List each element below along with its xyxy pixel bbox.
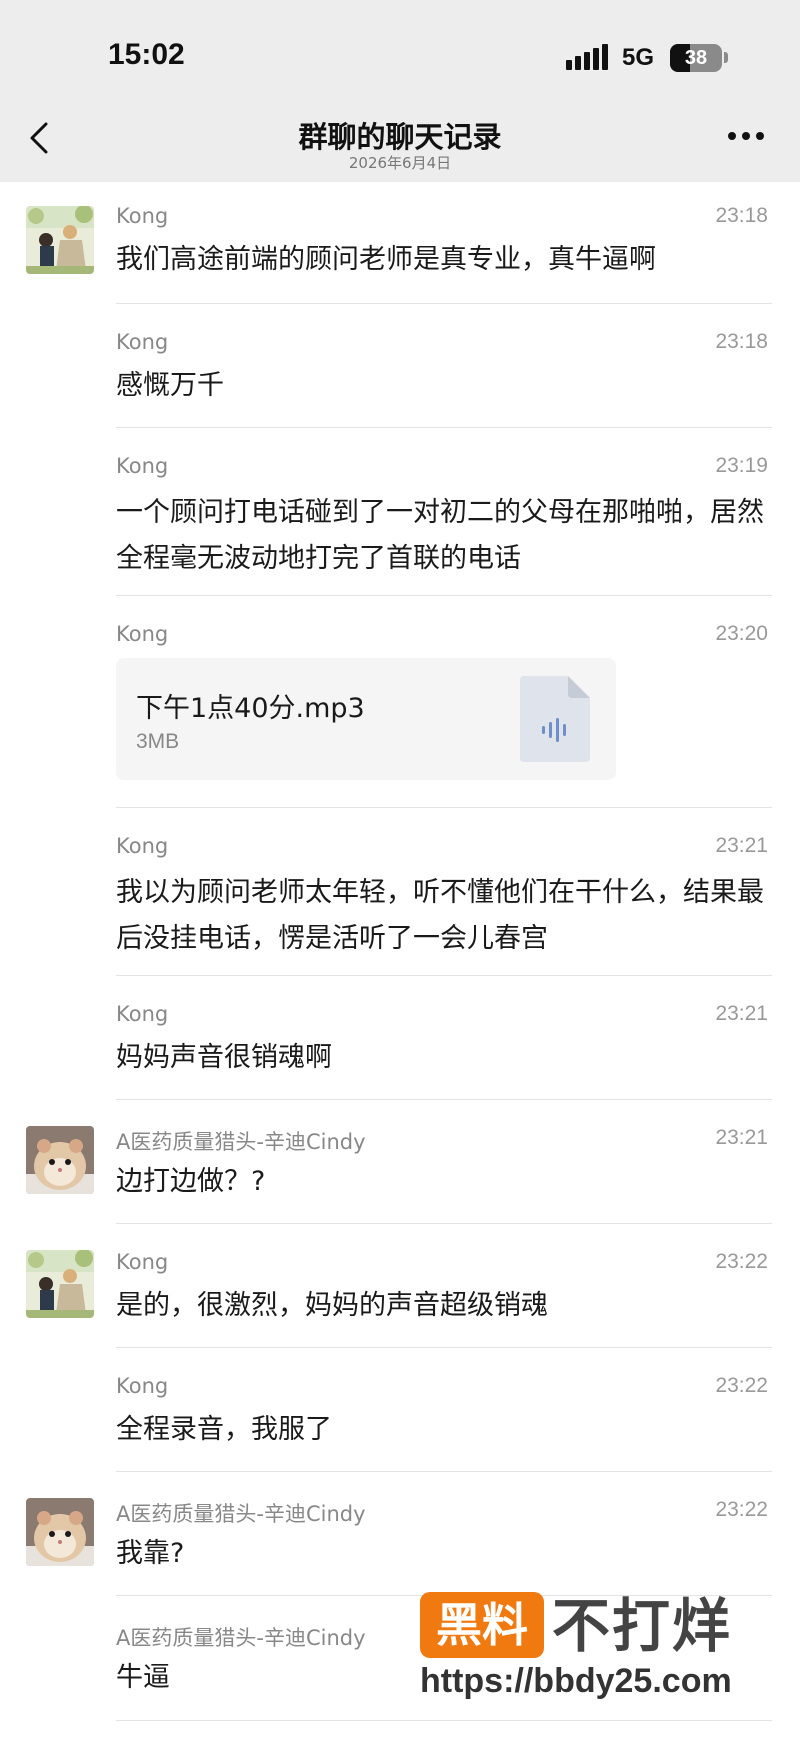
message-time: 23:22 [715, 1498, 768, 1521]
avatar[interactable] [26, 1250, 94, 1318]
message-time: 23:18 [715, 204, 768, 227]
battery-level: 38 [684, 47, 708, 69]
message-time: 23:21 [715, 834, 768, 857]
message-time: 23:21 [715, 1126, 768, 1149]
message-text: 妈妈声音很销魂啊 [116, 1042, 332, 1073]
watermark-url: https://bbdy25.com [420, 1662, 732, 1700]
message-sender: A医药质量猎头-辛迪Cindy [116, 1130, 366, 1154]
message-sender: A医药质量猎头-辛迪Cindy [116, 1502, 366, 1526]
message-sender: Kong [116, 454, 169, 478]
page-subtitle-date: 2026年6月4日 [348, 154, 452, 172]
divider [116, 1720, 772, 1721]
chat-message: Kong 23:18 感慨万千 [0, 304, 800, 428]
message-sender: Kong [116, 1002, 169, 1026]
avatar[interactable] [26, 1498, 94, 1566]
message-time: 23:19 [715, 454, 768, 477]
network-type: 5G [622, 44, 655, 71]
chat-message: Kong 23:18 我们高途前端的顾问老师是真专业，真牛逼啊 [0, 182, 800, 304]
message-time: 23:21 [715, 1002, 768, 1025]
audio-file-icon [520, 676, 590, 762]
watermark: 黑料 不打烊 https://bbdy25.com [420, 1586, 780, 1706]
message-text: 我们高途前端的顾问老师是真专业，真牛逼啊 [116, 244, 656, 275]
message-sender: Kong [116, 1374, 169, 1398]
message-text: 感慨万千 [116, 370, 224, 401]
nav-bar: 群聊的聊天记录 2026年6月4日 [0, 96, 800, 182]
avatar[interactable] [26, 1126, 94, 1194]
page-title: 群聊的聊天记录 [298, 120, 502, 154]
chat-message: A医药质量猎头-辛迪Cindy 23:22 我靠? [0, 1472, 800, 1596]
avatar[interactable] [26, 206, 94, 274]
more-dots-icon[interactable] [728, 132, 768, 142]
message-sender: Kong [116, 622, 169, 646]
message-time: 23:18 [715, 330, 768, 353]
chat-message: Kong 23:22 全程录音，我服了 [0, 1348, 800, 1472]
message-text: 边打边做？? [116, 1166, 266, 1197]
message-sender: Kong [116, 330, 169, 354]
message-time: 23:22 [715, 1250, 768, 1273]
message-sender: Kong [116, 1250, 169, 1274]
chat-message: Kong 23:22 是的，很激烈，妈妈的声音超级销魂 [0, 1224, 800, 1348]
chat-message: Kong 23:19 一个顾问打电话碰到了一对初二的父母在那啪啪，居然全程毫无波… [0, 428, 800, 596]
signal-icon [566, 44, 608, 70]
status-time: 15:02 [108, 38, 185, 71]
file-size: 3MB [136, 730, 180, 753]
message-time: 23:20 [715, 622, 768, 645]
message-sender: Kong [116, 834, 169, 858]
chat-message: Kong 23:20 下午1点40分.mp3 3MB [0, 596, 800, 808]
message-text: 一个顾问打电话碰到了一对初二的父母在那啪啪，居然全程毫无波动地打完了首联的电话 [116, 497, 764, 574]
watermark-badge: 黑料 [420, 1592, 544, 1658]
chat-message: A医药质量猎头-辛迪Cindy 23:21 边打边做？? [0, 1100, 800, 1224]
message-sender: A医药质量猎头-辛迪Cindy [116, 1626, 366, 1650]
battery-icon: 38 [670, 44, 722, 72]
message-text: 我靠? [116, 1538, 185, 1569]
watermark-text: 不打烊 [552, 1592, 733, 1660]
status-bar: 15:02 5G 38 [0, 0, 800, 96]
chat-message: Kong 23:21 我以为顾问老师太年轻，听不懂他们在干什么，结果最后没挂电话… [0, 808, 800, 976]
message-text: 全程录音，我服了 [116, 1414, 332, 1445]
chat-message: Kong 23:21 妈妈声音很销魂啊 [0, 976, 800, 1100]
message-text: 我以为顾问老师太年轻，听不懂他们在干什么，结果最后没挂电话，愣是活听了一会儿春宫 [116, 877, 764, 954]
message-sender: Kong [116, 204, 169, 228]
message-time: 23:22 [715, 1374, 768, 1397]
file-name: 下午1点40分.mp3 [136, 693, 365, 724]
file-attachment-card[interactable]: 下午1点40分.mp3 3MB [116, 658, 616, 780]
message-text: 是的，很激烈，妈妈的声音超级销魂 [116, 1290, 548, 1321]
battery-cap [724, 52, 728, 63]
